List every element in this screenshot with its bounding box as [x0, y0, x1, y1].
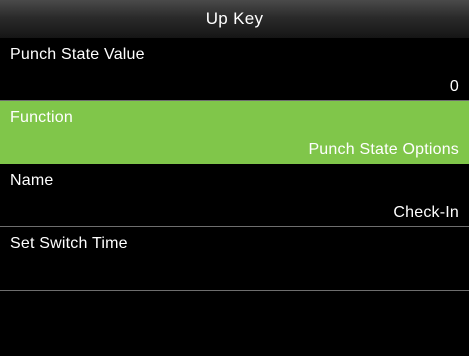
setting-label: Punch State Value — [10, 46, 145, 63]
screen-header: Up Key — [0, 0, 469, 38]
setting-name[interactable]: Name Check-In — [0, 164, 469, 227]
setting-value: Punch State Options — [308, 141, 459, 158]
setting-label: Function — [10, 109, 73, 126]
setting-label: Set Switch Time — [10, 235, 128, 252]
setting-set-switch-time[interactable]: Set Switch Time — [0, 227, 469, 291]
setting-label: Name — [10, 172, 54, 189]
setting-function[interactable]: Function Punch State Options — [0, 101, 469, 164]
setting-value: Check-In — [393, 204, 459, 221]
screen-title: Up Key — [205, 9, 264, 28]
settings-list: Punch State Value 0 Function Punch State… — [0, 38, 469, 291]
setting-punch-state-value[interactable]: Punch State Value 0 — [0, 38, 469, 101]
setting-value: 0 — [449, 78, 459, 95]
